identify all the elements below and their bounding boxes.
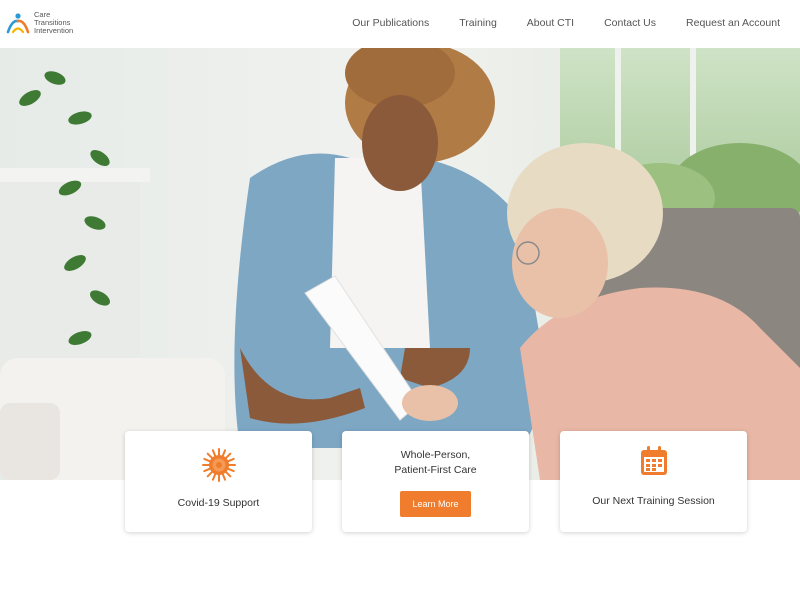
training-session-card[interactable]: Our Next Training Session (560, 431, 747, 532)
nav-item-about[interactable]: About CTI (527, 16, 574, 30)
covid-support-label: Covid-19 Support (177, 497, 260, 509)
title-line: Patient-First Care (394, 464, 477, 476)
logo-wordmark: Care Transitions Intervention (34, 11, 73, 35)
hero-image (0, 48, 800, 480)
calendar-icon (640, 446, 667, 475)
patient-first-card: Whole-Person, Patient-First Care Learn M… (342, 431, 529, 532)
hero-illustration (0, 48, 800, 480)
site-header: Care Transitions Intervention Our Public… (0, 0, 800, 48)
title-line: Whole-Person, (400, 449, 471, 461)
main-nav: Our Publications Training About CTI Cont… (322, 16, 780, 30)
patient-first-title: Whole-Person, Patient-First Care (342, 448, 529, 478)
training-session-label: Our Next Training Session (592, 495, 715, 507)
logo-icon (6, 13, 30, 34)
logo-line: Intervention (34, 26, 74, 35)
brand-logo[interactable]: Care Transitions Intervention (5, 10, 95, 38)
virus-icon (201, 448, 236, 482)
covid-support-card[interactable]: Covid-19 Support (125, 431, 312, 532)
nav-item-request-account[interactable]: Request an Account (686, 16, 780, 30)
nav-item-training[interactable]: Training (459, 16, 497, 30)
nav-item-contact[interactable]: Contact Us (604, 16, 656, 30)
learn-more-button[interactable]: Learn More (400, 491, 471, 517)
nav-item-publications[interactable]: Our Publications (352, 16, 429, 30)
